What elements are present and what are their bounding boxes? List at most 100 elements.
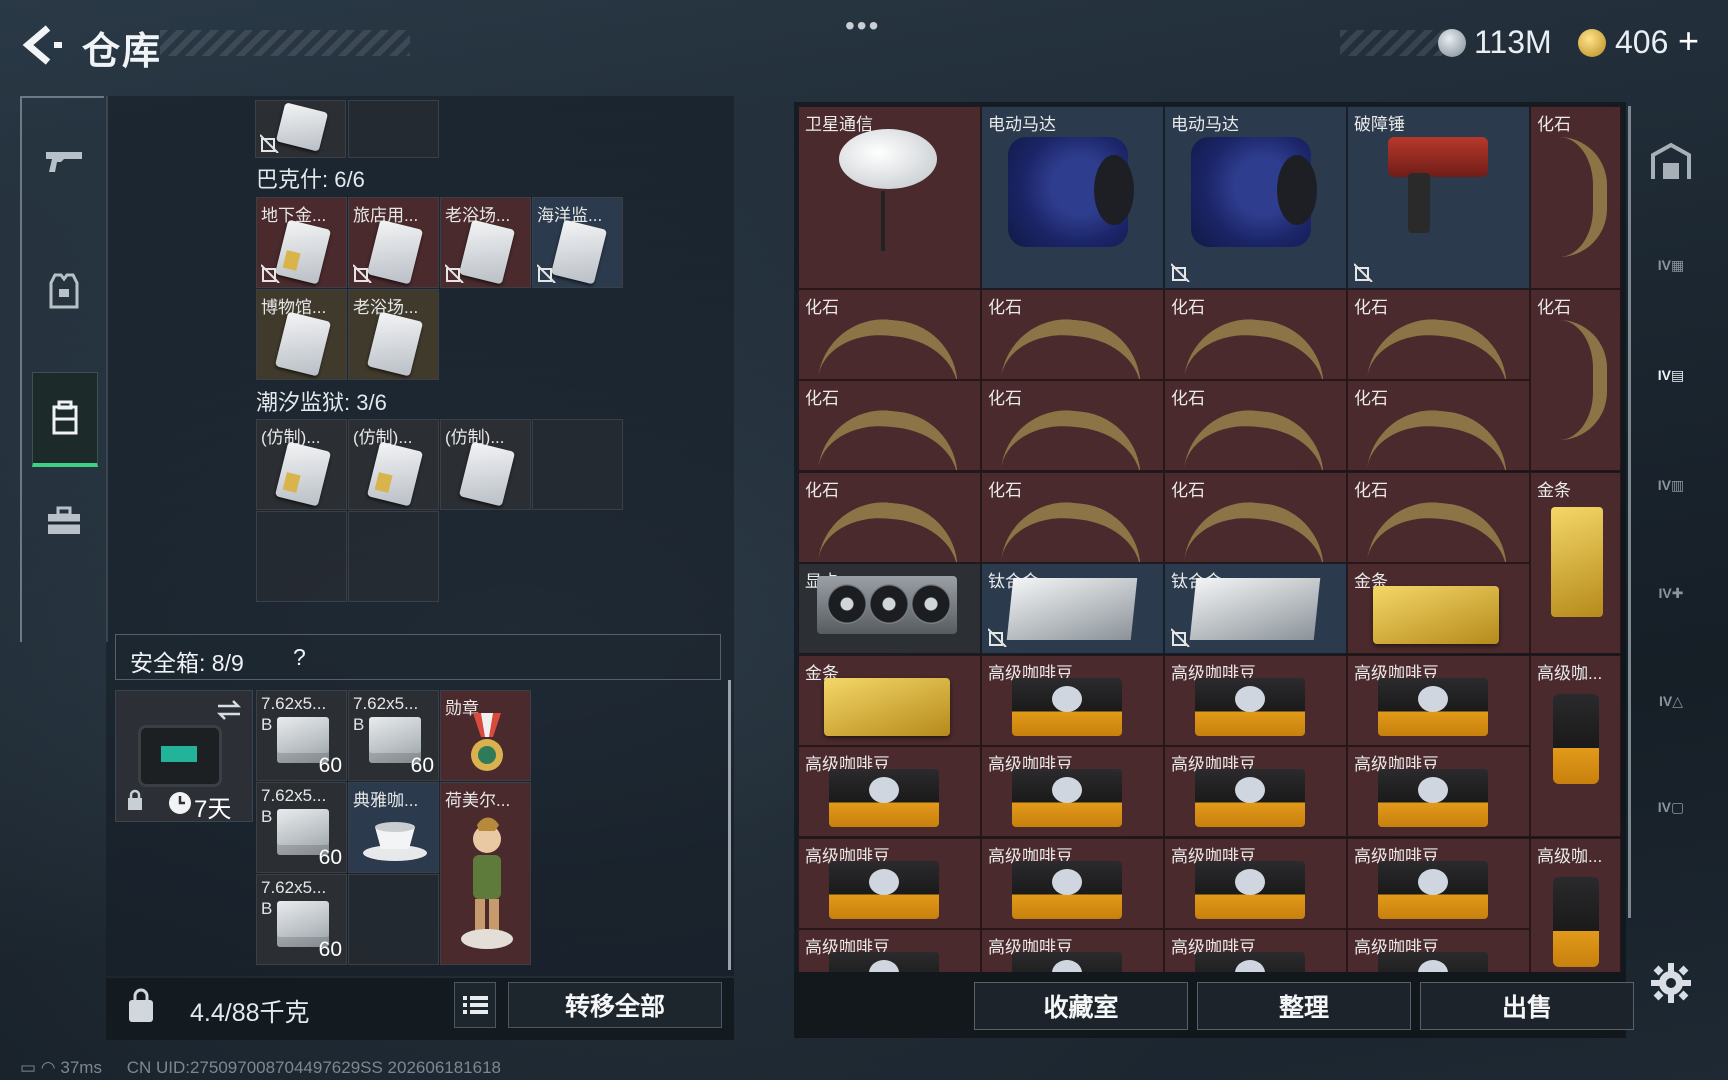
side-tab-1[interactable]: IV ▦: [1646, 240, 1696, 290]
nav-weapon[interactable]: [32, 116, 96, 206]
armor-vest-icon: [49, 273, 79, 309]
item-image: [1551, 507, 1603, 617]
swap-icon[interactable]: [216, 699, 242, 721]
storage-item-cell[interactable]: 化石: [1164, 289, 1347, 380]
more-dots-icon[interactable]: •••: [845, 10, 880, 42]
storage-item-cell[interactable]: 化石: [981, 289, 1164, 380]
storage-item-cell[interactable]: 高级咖...: [1530, 655, 1621, 837]
teacup-slot[interactable]: 典雅咖...: [348, 782, 439, 873]
storage-item-cell[interactable]: 高级咖啡豆: [1347, 746, 1530, 837]
storage-item-cell[interactable]: 化石: [1164, 380, 1347, 471]
ammo-slot[interactable]: 7.62x5... B 60: [256, 782, 347, 873]
storage-item-cell[interactable]: 高级咖...: [1530, 838, 1621, 972]
storage-item-cell[interactable]: 化石: [1347, 380, 1530, 471]
storage-item-cell[interactable]: 电动马达: [1164, 106, 1347, 289]
storage-item-cell[interactable]: 高级咖啡豆: [1164, 746, 1347, 837]
transfer-all-button[interactable]: 转移全部: [508, 982, 722, 1028]
storage-item-cell[interactable]: 化石: [1347, 472, 1530, 563]
list-icon: [463, 996, 488, 1014]
storage-item-cell[interactable]: 化石: [1530, 106, 1621, 289]
item-slot[interactable]: 老浴场...: [348, 289, 439, 380]
storage-item-cell[interactable]: 高级咖啡豆: [1347, 929, 1530, 972]
item-slot[interactable]: 老浴场...: [440, 197, 531, 288]
safe-box-label: 安全箱: 8/9: [130, 650, 244, 676]
storage-item-cell[interactable]: 高级咖啡豆: [1347, 655, 1530, 746]
storage-item-cell[interactable]: 高级咖啡豆: [798, 746, 981, 837]
item-slot[interactable]: (仿制)...: [256, 419, 347, 510]
side-tab-3[interactable]: IV ▥: [1646, 460, 1696, 510]
storage-item-cell[interactable]: 高级咖啡豆: [981, 838, 1164, 929]
storage-item-cell[interactable]: 高级咖啡豆: [798, 929, 981, 972]
item-slot[interactable]: (仿制)...: [440, 419, 531, 510]
storage-item-cell[interactable]: 高级咖啡豆: [798, 838, 981, 929]
storage-item-cell[interactable]: 高级咖啡豆: [1164, 838, 1347, 929]
storage-item-cell[interactable]: 金条: [798, 655, 981, 746]
storage-item-cell[interactable]: 显卡: [798, 563, 981, 654]
empty-slot[interactable]: [256, 511, 347, 602]
nav-armor[interactable]: [32, 246, 96, 336]
storage-item-cell[interactable]: 金条: [1530, 472, 1621, 654]
empty-slot[interactable]: [532, 419, 623, 510]
item-sub: B: [261, 807, 273, 826]
ammo-slot[interactable]: 7.62x5... B 60: [256, 690, 347, 781]
item-image: [1000, 312, 1148, 379]
medal-slot[interactable]: 勋章: [440, 690, 531, 781]
weapon-case-icon: ▦: [1671, 256, 1685, 273]
item-slot[interactable]: 旅店用...: [348, 197, 439, 288]
storage-item-cell[interactable]: 化石: [798, 380, 981, 471]
item-slot-card[interactable]: [255, 100, 346, 158]
storage-scrollbar[interactable]: [1628, 106, 1631, 918]
item-slot[interactable]: (仿制)...: [348, 419, 439, 510]
storage-item-cell[interactable]: 化石: [1164, 472, 1347, 563]
storage-item-cell[interactable]: 高级咖啡豆: [1164, 655, 1347, 746]
storage-item-cell[interactable]: 高级咖啡豆: [1164, 929, 1347, 972]
add-currency-button[interactable]: +: [1678, 20, 1699, 62]
storage-item-cell[interactable]: 高级咖啡豆: [1347, 838, 1530, 929]
list-view-button[interactable]: [454, 982, 496, 1028]
safe-box-container[interactable]: 7天: [115, 690, 253, 823]
storage-item-cell[interactable]: 钛合金: [1164, 563, 1347, 654]
back-button[interactable]: [18, 22, 64, 68]
storage-item-cell[interactable]: 化石: [798, 289, 981, 380]
collection-room-button[interactable]: 收藏室: [974, 982, 1188, 1030]
item-image: [839, 129, 937, 189]
item-slot[interactable]: 博物馆...: [256, 289, 347, 380]
battery-icon: ▭: [20, 1058, 37, 1077]
nav-backpack[interactable]: [32, 372, 98, 467]
nav-case[interactable]: [32, 476, 96, 566]
side-tab-home[interactable]: [1646, 136, 1696, 186]
storage-item-cell[interactable]: 卫星通信: [798, 106, 981, 289]
item-slot[interactable]: 地下金...: [256, 197, 347, 288]
side-tab-label: IV: [1657, 367, 1671, 383]
item-slot[interactable]: 海洋监...: [532, 197, 623, 288]
storage-item-cell[interactable]: 高级咖啡豆: [981, 655, 1164, 746]
left-scrollbar[interactable]: [728, 680, 731, 970]
empty-slot[interactable]: [348, 511, 439, 602]
side-tab-4[interactable]: IV ✚: [1646, 568, 1696, 618]
side-tab-6[interactable]: IV ▢: [1646, 782, 1696, 832]
storage-item-cell[interactable]: 化石: [981, 380, 1164, 471]
storage-item-cell[interactable]: 化石: [1530, 289, 1621, 471]
side-tab-2[interactable]: IV ▤: [1646, 350, 1696, 400]
empty-slot[interactable]: [348, 100, 439, 158]
storage-item-cell[interactable]: 金条: [1347, 563, 1530, 654]
storage-item-cell[interactable]: 化石: [798, 472, 981, 563]
storage-item-cell[interactable]: 化石: [981, 472, 1164, 563]
item-image: [1000, 495, 1148, 562]
ammo-slot[interactable]: 7.62x5... B 60: [256, 874, 347, 965]
storage-item-cell[interactable]: 电动马达: [981, 106, 1164, 289]
sort-button[interactable]: 整理: [1197, 982, 1411, 1030]
storage-item-cell[interactable]: 高级咖啡豆: [981, 746, 1164, 837]
help-button[interactable]: ?: [293, 644, 306, 671]
ammo-slot[interactable]: 7.62x5... B 60: [348, 690, 439, 781]
item-image: [1183, 312, 1331, 379]
settings-gear-icon[interactable]: [1650, 962, 1692, 1004]
side-tab-5[interactable]: IV △: [1646, 676, 1696, 726]
empty-slot[interactable]: [348, 874, 439, 965]
figurine-slot[interactable]: 荷美尔...: [440, 782, 531, 965]
sell-button[interactable]: 出售: [1420, 982, 1634, 1030]
storage-item-cell[interactable]: 化石: [1347, 289, 1530, 380]
storage-item-cell[interactable]: 破障锤: [1347, 106, 1530, 289]
storage-item-cell[interactable]: 高级咖啡豆: [981, 929, 1164, 972]
storage-item-cell[interactable]: 钛合金: [981, 563, 1164, 654]
